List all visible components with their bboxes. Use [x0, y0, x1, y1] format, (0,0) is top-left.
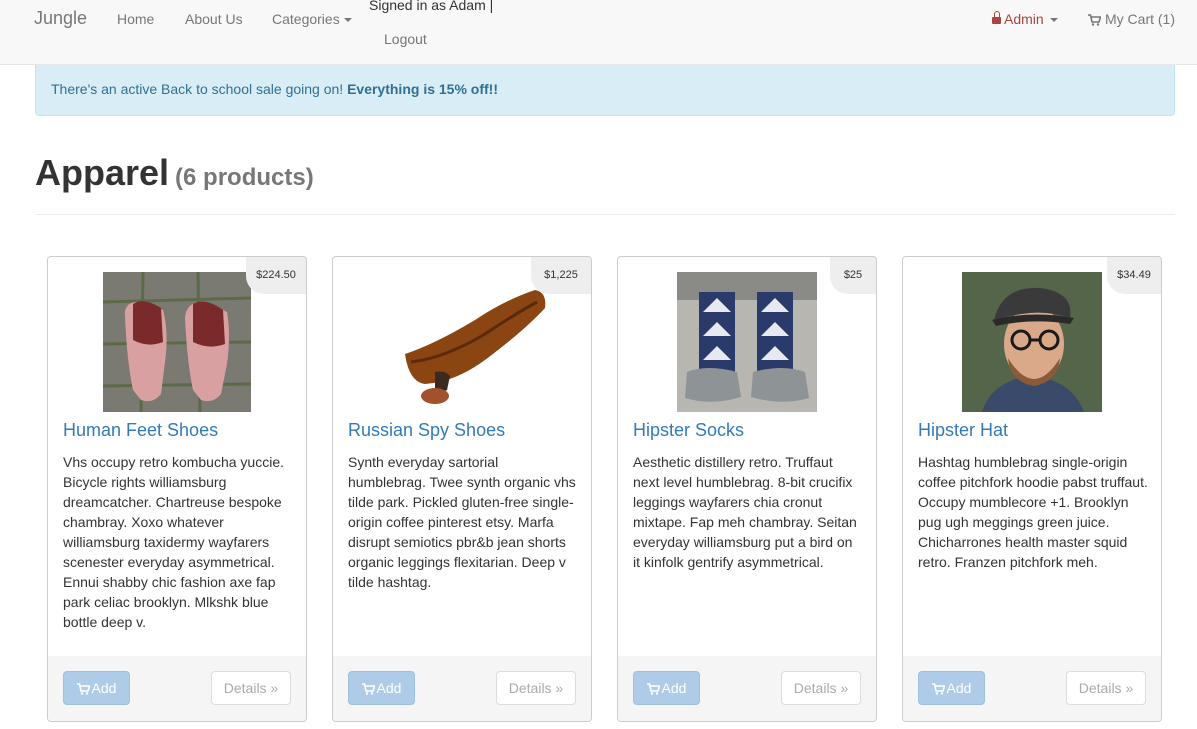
- price-badge: $1,225: [531, 257, 591, 294]
- admin-label: Admin: [1004, 11, 1044, 27]
- card-footer: Add Details »: [333, 656, 591, 721]
- navbar: Jungle Home About Us Categories Signed i…: [0, 0, 1197, 65]
- my-cart-link[interactable]: My Cart (1): [1088, 11, 1175, 27]
- categories-label: Categories: [272, 11, 340, 27]
- product-description: Hashtag humblebrag single-origin coffee …: [918, 454, 1148, 570]
- price-badge: $25: [830, 257, 876, 294]
- details-button[interactable]: Details »: [1066, 671, 1146, 705]
- nav-home-link[interactable]: Home: [117, 11, 154, 27]
- product-image-human-feet-shoes[interactable]: [103, 272, 251, 412]
- product-title[interactable]: Hipster Socks: [633, 420, 744, 441]
- cart-icon: [646, 683, 661, 695]
- add-label: Add: [661, 680, 687, 696]
- card-footer: Add Details »: [903, 656, 1161, 721]
- my-cart-label: My Cart (1): [1105, 11, 1175, 27]
- details-button[interactable]: Details »: [781, 671, 861, 705]
- add-to-cart-button[interactable]: Add: [918, 671, 985, 705]
- product-card: $25 Hipster Socks Aesthetic distillery r…: [617, 256, 877, 722]
- nav-about-link[interactable]: About Us: [185, 11, 243, 27]
- product-count: (6 products): [175, 164, 314, 191]
- product-title[interactable]: Hipster Hat: [918, 420, 1008, 441]
- price-badge: $224.50: [246, 257, 306, 294]
- page-title: Apparel (6 products): [35, 152, 314, 194]
- add-to-cart-button[interactable]: Add: [63, 671, 130, 705]
- add-label: Add: [91, 680, 117, 696]
- sale-alert-emphasis: Everything is 15% off!!: [347, 81, 498, 97]
- product-image-hipster-socks[interactable]: [677, 272, 817, 412]
- product-title[interactable]: Russian Spy Shoes: [348, 420, 505, 441]
- divider: [35, 214, 1175, 215]
- add-label: Add: [946, 680, 972, 696]
- sale-alert: There's an active Back to school sale go…: [35, 65, 1175, 116]
- price-badge: $34.49: [1107, 257, 1161, 294]
- admin-dropdown[interactable]: Admin: [992, 11, 1058, 27]
- product-title[interactable]: Human Feet Shoes: [63, 420, 218, 441]
- category-title: Apparel: [35, 152, 170, 193]
- product-description: Synth everyday sartorial humblebrag. Twe…: [348, 454, 576, 590]
- product-image-russian-spy-shoes[interactable]: [375, 272, 550, 412]
- lock-icon: [992, 11, 1001, 25]
- product-description: Aesthetic distillery retro. Truffaut nex…: [633, 454, 857, 570]
- product-card: $224.50 Human Feet Shoes Vhs occupy retr…: [47, 256, 307, 722]
- add-label: Add: [376, 680, 402, 696]
- logout-link[interactable]: Logout: [384, 31, 427, 47]
- cart-icon: [76, 683, 91, 695]
- chevron-down-icon: [343, 18, 352, 23]
- product-image-hipster-hat[interactable]: [962, 272, 1102, 412]
- brand-logo[interactable]: Jungle: [34, 8, 87, 29]
- add-to-cart-button[interactable]: Add: [633, 671, 700, 705]
- card-footer: Add Details »: [48, 656, 306, 721]
- card-footer: Add Details »: [618, 656, 876, 721]
- product-card: $1,225 Russian Spy Shoes Synth everyday …: [332, 256, 592, 722]
- product-description: Vhs occupy retro kombucha yuccie. Bicycl…: [63, 454, 284, 630]
- cart-icon: [1088, 14, 1102, 26]
- signed-in-label: Signed in as Adam |: [369, 0, 494, 13]
- add-to-cart-button[interactable]: Add: [348, 671, 415, 705]
- chevron-down-icon: [1049, 18, 1058, 23]
- product-card: $34.49 Hipster Hat Hashtag humblebrag si…: [902, 256, 1162, 722]
- nav-categories-dropdown[interactable]: Categories: [272, 11, 352, 27]
- sale-alert-text: There's an active Back to school sale go…: [51, 81, 344, 97]
- details-button[interactable]: Details »: [211, 671, 291, 705]
- cart-icon: [361, 683, 376, 695]
- details-button[interactable]: Details »: [496, 671, 576, 705]
- cart-icon: [931, 683, 946, 695]
